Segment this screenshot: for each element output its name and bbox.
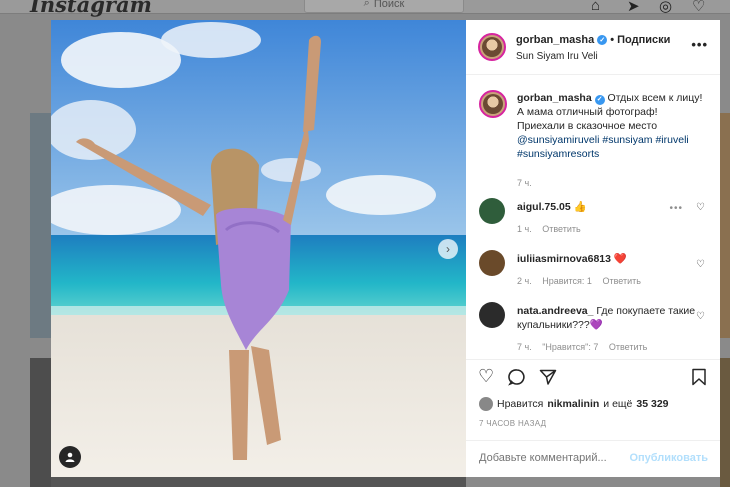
- liked-by-and: и ещё: [603, 398, 633, 410]
- hashtag-links[interactable]: #sunsiyam #iruveli: [602, 134, 688, 146]
- avatar[interactable]: [479, 198, 505, 224]
- instagram-logo: Instagram: [30, 0, 152, 17]
- comment-item: aigul.75.05 👍 1 ч. Ответить ••• ♡: [479, 198, 711, 238]
- post-author-username[interactable]: gorban_masha: [516, 34, 594, 46]
- follow-separator: •: [610, 34, 615, 46]
- post-actions: ♡ Нравится nikmalinin и ещё 35 329 7 ЧАС…: [466, 359, 720, 477]
- comment-text: iuliiasmirnova6813 ❤️: [517, 252, 707, 266]
- likes-count[interactable]: 35 329: [636, 398, 668, 410]
- share-icon[interactable]: [539, 368, 557, 391]
- comment-more-icon[interactable]: •••: [669, 202, 683, 216]
- post-header: gorban_masha ✓ • Подписки Sun Siyam Iru …: [466, 20, 720, 75]
- next-photo-button[interactable]: ›: [438, 239, 458, 259]
- caption: gorban_masha ✓ Отдых всем к лицу! А мама…: [479, 90, 711, 200]
- posted-time: 7 ЧАСОВ НАЗАД: [479, 419, 547, 428]
- caption-text: gorban_masha ✓ Отдых всем к лицу! А мама…: [517, 91, 707, 161]
- explore-icon: ◎: [659, 0, 673, 15]
- like-comment-heart-icon[interactable]: ♡: [696, 201, 705, 215]
- caption-time: 7 ч.: [517, 178, 532, 188]
- reply-button[interactable]: Ответить: [542, 224, 580, 234]
- reply-button[interactable]: Ответить: [609, 342, 647, 352]
- search-icon: ⌕: [363, 0, 370, 9]
- tagged-users-button[interactable]: [59, 446, 81, 468]
- comment-likes[interactable]: Нравится: 1: [542, 276, 592, 286]
- comment-body: ❤️: [613, 253, 627, 265]
- like-comment-heart-icon[interactable]: ♡: [696, 310, 705, 324]
- comment-meta: 1 ч. Ответить: [517, 222, 589, 236]
- comment-item: iuliiasmirnova6813 ❤️ 2 ч. Нравится: 1 О…: [479, 250, 711, 290]
- comments-area[interactable]: gorban_masha ✓ Отдых всем к лицу! А мама…: [466, 76, 720, 359]
- background-tile: [720, 113, 730, 338]
- activity-icon: ♡: [692, 0, 706, 15]
- comment-body: 👍: [573, 201, 587, 213]
- background-search: ⌕ Поиск: [304, 0, 464, 13]
- verified-badge-icon: ✓: [594, 95, 605, 105]
- post-location[interactable]: Sun Siyam Iru Veli: [516, 51, 598, 62]
- avatar[interactable]: [478, 33, 506, 61]
- mention-link[interactable]: @sunsiyamiruveli: [517, 134, 599, 146]
- add-comment-bar: Опубликовать: [466, 440, 720, 478]
- comment-time: 2 ч.: [517, 276, 532, 286]
- post-header-user: gorban_masha ✓ • Подписки: [516, 34, 670, 46]
- beach-photo: [51, 20, 466, 477]
- comment-icon[interactable]: [508, 368, 526, 391]
- direct-icon: ➤: [627, 0, 640, 15]
- like-comment-heart-icon[interactable]: ♡: [696, 258, 705, 272]
- comment-username[interactable]: aigul.75.05: [517, 201, 571, 213]
- hashtag-link[interactable]: #sunsiyamresorts: [517, 148, 599, 160]
- avatar[interactable]: [479, 250, 505, 276]
- comment-likes[interactable]: "Нравится": 7: [542, 342, 598, 352]
- comment-username[interactable]: iuliiasmirnova6813: [517, 253, 611, 265]
- background-tile: [30, 358, 51, 487]
- like-heart-icon[interactable]: ♡: [478, 366, 494, 387]
- comment-input[interactable]: [479, 452, 629, 464]
- post-comment-button[interactable]: Опубликовать: [629, 452, 708, 464]
- comment-text: nata.andreeva_ Где покупаете такие купал…: [517, 304, 707, 332]
- follow-status-button[interactable]: Подписки: [617, 34, 670, 46]
- bookmark-icon[interactable]: [691, 368, 707, 391]
- background-tile: [30, 113, 51, 338]
- liked-by: Нравится nikmalinin и ещё 35 329: [479, 397, 669, 411]
- post-side-panel: gorban_masha ✓ • Подписки Sun Siyam Iru …: [466, 20, 720, 477]
- comment-meta: 2 ч. Нравится: 1 Ответить: [517, 274, 649, 288]
- home-icon: ⌂: [591, 0, 601, 14]
- user-icon: [65, 452, 75, 462]
- comment-time: 1 ч.: [517, 224, 532, 234]
- comment-item: nata.andreeva_ Где покупаете такие купал…: [479, 302, 711, 358]
- chevron-right-icon: ›: [446, 242, 450, 256]
- comment-username[interactable]: nata.andreeva_: [517, 305, 593, 317]
- liked-by-user[interactable]: nikmalinin: [547, 398, 599, 410]
- liked-by-avatar[interactable]: [479, 397, 493, 411]
- liked-by-prefix: Нравится: [497, 398, 544, 410]
- background-tile: [51, 477, 466, 487]
- comment-meta: 7 ч. "Нравится": 7 Ответить: [517, 340, 655, 354]
- caption-username[interactable]: gorban_masha: [517, 92, 592, 104]
- background-tile: [720, 358, 730, 487]
- avatar[interactable]: [479, 90, 507, 118]
- verified-badge-icon: ✓: [597, 35, 608, 45]
- reply-button[interactable]: Ответить: [602, 276, 640, 286]
- comment-time: 7 ч.: [517, 342, 532, 352]
- more-options-icon[interactable]: •••: [691, 37, 708, 52]
- avatar[interactable]: [479, 302, 505, 328]
- post-photo[interactable]: [51, 20, 466, 477]
- search-placeholder: Поиск: [373, 0, 405, 10]
